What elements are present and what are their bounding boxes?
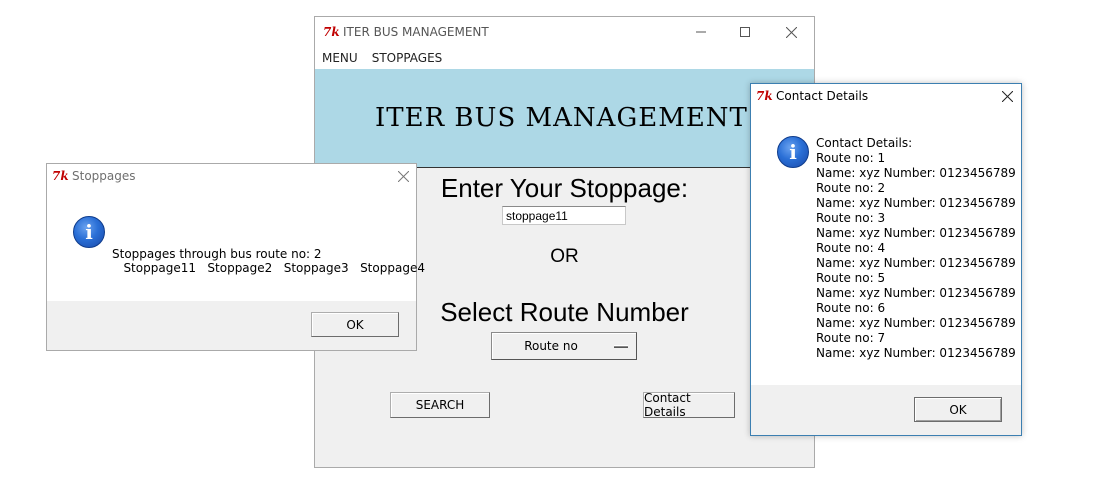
contact-footer: OK <box>751 385 1021 435</box>
route-dropdown-value: Route no <box>524 339 578 353</box>
maximize-button[interactable] <box>723 17 767 47</box>
maximize-icon <box>740 27 750 37</box>
stoppages-footer: OK <box>47 301 416 350</box>
minimize-button[interactable] <box>679 17 723 47</box>
ok-button[interactable]: OK <box>914 397 1002 422</box>
stoppages-dialog-title: Stoppages <box>72 169 136 183</box>
close-icon <box>785 26 797 38</box>
stoppages-message: Stoppages through bus route no: 2 Stoppa… <box>112 247 425 275</box>
close-button[interactable] <box>381 164 425 188</box>
main-window-title: ITER BUS MANAGEMENT <box>343 25 489 39</box>
contact-message: Contact Details: Route no: 1 Name: xyz N… <box>816 136 1016 360</box>
close-icon <box>1001 90 1013 102</box>
stoppages-message-line1: Stoppages through bus route no: 2 <box>112 247 322 261</box>
header-banner: ITER BUS MANAGEMENT <box>315 69 814 168</box>
stoppages-titlebar[interactable]: 7k Stoppages <box>47 164 416 188</box>
info-icon: i <box>73 216 105 248</box>
contact-details-button[interactable]: Contact Details <box>643 391 735 419</box>
menubar: MENU STOPPAGES <box>315 47 814 69</box>
ok-button[interactable]: OK <box>311 312 399 337</box>
stoppages-dialog: 7k Stoppages i Stoppages through bus rou… <box>46 163 425 351</box>
tk-logo-icon: 7k <box>323 25 340 39</box>
minimize-icon <box>696 31 706 33</box>
main-titlebar[interactable]: 7k ITER BUS MANAGEMENT <box>315 17 814 47</box>
tk-logo-icon: 7k <box>756 89 773 103</box>
dropdown-indicator-icon <box>614 345 628 348</box>
close-button[interactable] <box>769 17 813 47</box>
stoppage-input[interactable] <box>502 206 626 225</box>
contact-details-dialog: 7k Contact Details i Contact Details: Ro… <box>750 83 1022 436</box>
info-icon: i <box>777 136 809 168</box>
contact-dialog-title: Contact Details <box>776 89 869 103</box>
close-icon <box>397 170 409 182</box>
menu-item-stoppages[interactable]: STOPPAGES <box>372 51 443 65</box>
stoppages-message-line2: Stoppage11 Stoppage2 Stoppage3 Stoppage4 <box>112 261 425 275</box>
route-dropdown[interactable]: Route no <box>491 332 637 360</box>
search-button[interactable]: SEARCH <box>390 392 490 418</box>
tk-logo-icon: 7k <box>52 169 69 183</box>
close-button[interactable] <box>985 84 1029 108</box>
contact-titlebar[interactable]: 7k Contact Details <box>751 84 1021 108</box>
menu-item-menu[interactable]: MENU <box>322 51 358 65</box>
banner-title: ITER BUS MANAGEMENT <box>375 103 748 133</box>
